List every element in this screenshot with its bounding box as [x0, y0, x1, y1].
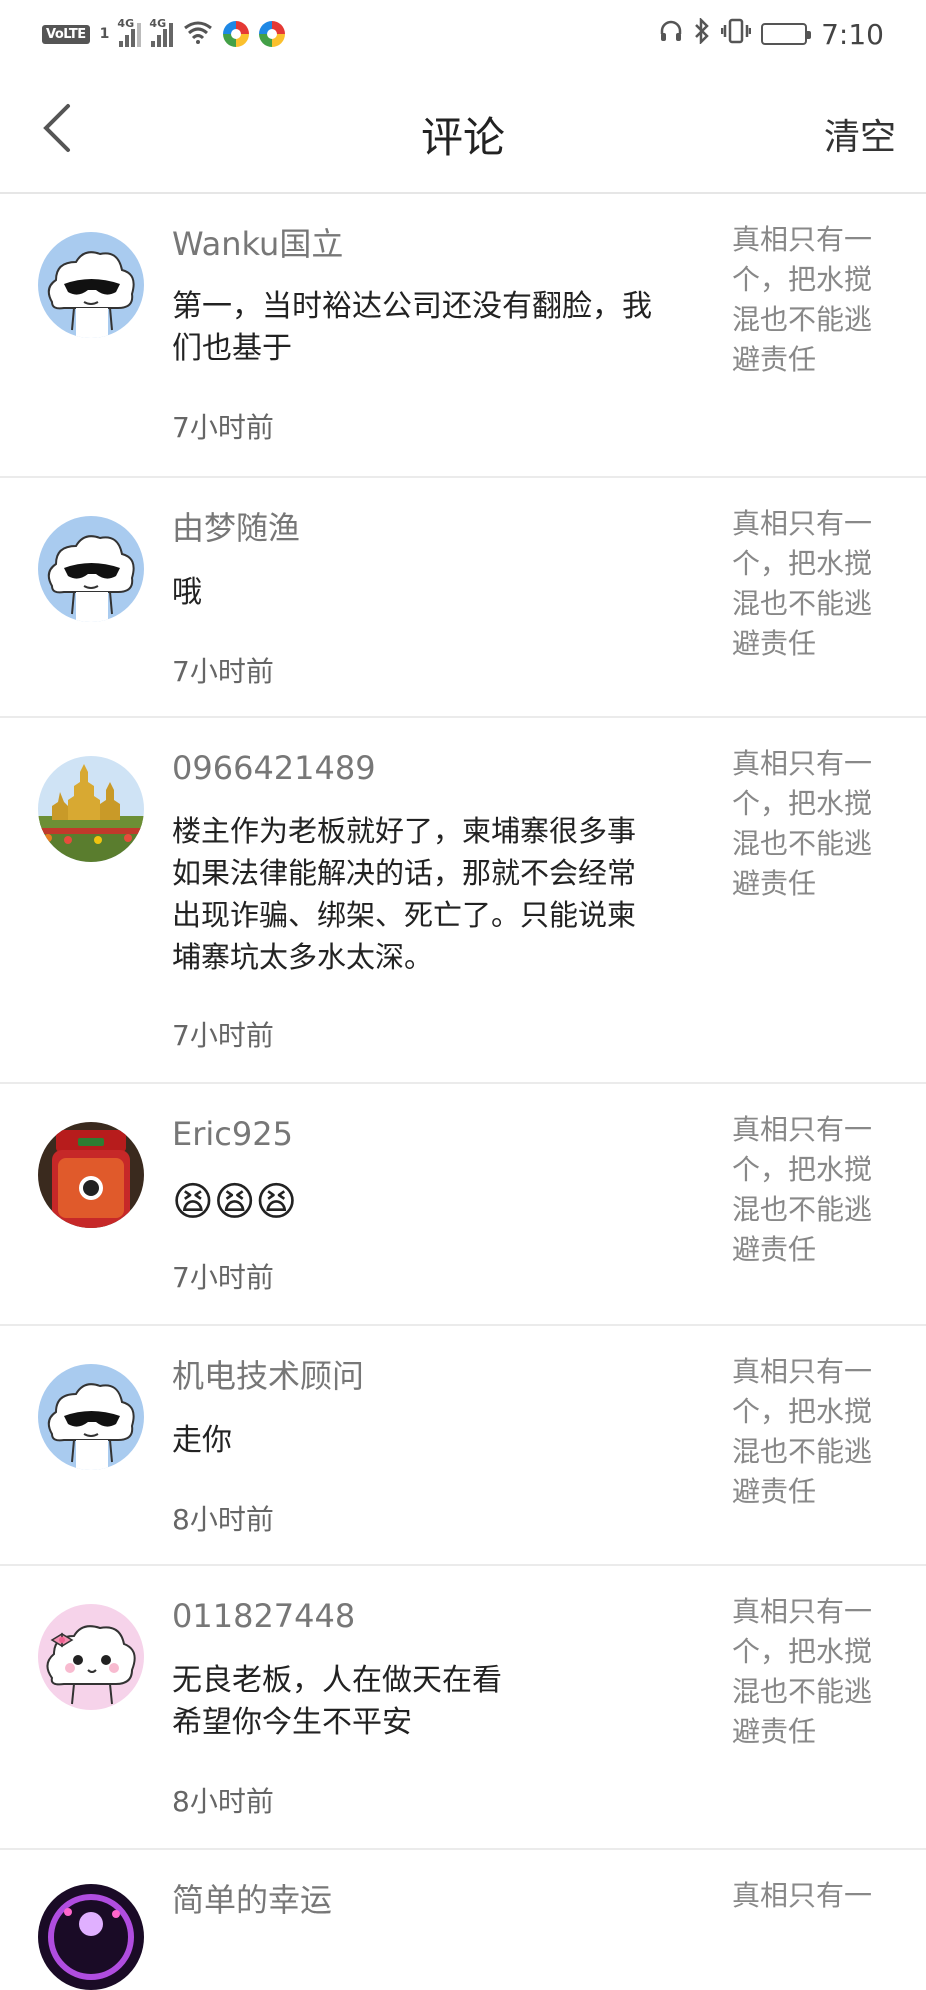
comment-time: 7小时前 — [172, 655, 274, 688]
comment-content: 由梦随渔 哦 — [172, 506, 672, 614]
username[interactable]: 0966421489 — [172, 746, 672, 790]
comment-content: Eric925 😫😫😫 — [172, 1112, 672, 1224]
clock: 7:10 — [821, 17, 884, 51]
avatar[interactable] — [38, 1884, 144, 1990]
purple-photo-avatar-icon — [38, 1884, 144, 1990]
cloud-sunglasses-avatar-icon — [38, 516, 144, 622]
wifi-icon — [183, 20, 213, 49]
username[interactable]: 简单的幸运 — [172, 1878, 672, 1922]
volte-icon: VoLTE — [42, 24, 90, 44]
quoted-post[interactable]: 真相只有一个，把水搅混也不能逃避责任 — [732, 1110, 892, 1270]
username[interactable]: 011827448 — [172, 1594, 672, 1638]
status-bar-right: 7:10 — [659, 16, 884, 51]
username[interactable]: Wanku国立 — [172, 222, 672, 266]
comment-time: 7小时前 — [172, 1019, 274, 1052]
app-notification-icon — [259, 21, 286, 47]
comment-text: 哦 — [172, 575, 202, 610]
bluetooth-icon — [693, 16, 711, 50]
comment-content: 0966421489 楼主作为老板就好了，柬埔寨很多事如果法律能解决的话，那就不… — [172, 746, 672, 978]
jar-photo-avatar-icon — [38, 1122, 144, 1228]
vibrate-icon — [720, 18, 752, 50]
quoted-post[interactable]: 真相只有一 — [732, 1876, 892, 1916]
comment-item[interactable]: 0966421489 楼主作为老板就好了，柬埔寨很多事如果法律能解决的话，那就不… — [0, 718, 926, 1084]
username[interactable]: Eric925 — [172, 1112, 672, 1156]
comment-text: 走你 — [172, 1423, 232, 1458]
cloud-bow-avatar-icon — [38, 1604, 144, 1710]
comment-text: 第一，当时裕达公司还没有翻脸，我们也基于 — [172, 289, 652, 366]
battery-icon — [761, 23, 812, 45]
app-notification-icon — [223, 21, 250, 47]
cloud-sunglasses-avatar-icon — [38, 1364, 144, 1470]
avatar[interactable] — [38, 1604, 144, 1710]
comment-text: 无良老板，人在做天在看 希望你今生不平安 — [172, 1663, 502, 1740]
top-bar: 评论 清空 — [0, 68, 926, 194]
network-type-label: 4G — [149, 17, 167, 30]
comment-time: 7小时前 — [172, 1261, 274, 1294]
comment-content: 简单的幸运 — [172, 1878, 672, 1922]
comment-content: 011827448 无良老板，人在做天在看 希望你今生不平安 — [172, 1594, 672, 1744]
avatar[interactable] — [38, 1364, 144, 1470]
comment-item[interactable]: Wanku国立 第一，当时裕达公司还没有翻脸，我们也基于 7小时前 真相只有一个… — [0, 194, 926, 478]
avatar[interactable] — [38, 756, 144, 862]
avatar[interactable] — [38, 1122, 144, 1228]
comment-item[interactable]: 由梦随渔 哦 7小时前 真相只有一个，把水搅混也不能逃避责任 — [0, 478, 926, 718]
cloud-sunglasses-avatar-icon — [38, 232, 144, 338]
comment-time: 7小时前 — [172, 411, 274, 444]
comment-item[interactable]: Eric925 😫😫😫 7小时前 真相只有一个，把水搅混也不能逃避责任 — [0, 1084, 926, 1326]
comment-item[interactable]: 机电技术顾问 走你 8小时前 真相只有一个，把水搅混也不能逃避责任 — [0, 1326, 926, 1566]
avatar[interactable] — [38, 232, 144, 338]
comment-text: 😫😫😫 — [172, 1179, 298, 1225]
comment-item[interactable]: 011827448 无良老板，人在做天在看 希望你今生不平安 8小时前 真相只有… — [0, 1566, 926, 1850]
comment-content: Wanku国立 第一，当时裕达公司还没有翻脸，我们也基于 — [172, 222, 672, 370]
avatar[interactable] — [38, 516, 144, 622]
comment-time: 8小时前 — [172, 1503, 274, 1536]
comment-list: Wanku国立 第一，当时裕达公司还没有翻脸，我们也基于 7小时前 真相只有一个… — [0, 194, 926, 1990]
quoted-post[interactable]: 真相只有一个，把水搅混也不能逃避责任 — [732, 504, 892, 664]
clear-button[interactable]: 清空 — [824, 108, 896, 160]
comment-item[interactable]: 简单的幸运 真相只有一 — [0, 1850, 926, 1990]
network-type-label: 4G — [117, 17, 135, 30]
status-bar: VoLTE 1 4G 4G 7:10 — [0, 0, 926, 68]
temple-photo-avatar-icon — [38, 756, 144, 862]
quoted-post[interactable]: 真相只有一个，把水搅混也不能逃避责任 — [732, 1352, 892, 1512]
signal-icon: 4G — [117, 17, 142, 47]
status-bar-left: VoLTE 1 4G 4G — [42, 17, 286, 49]
comment-text: 楼主作为老板就好了，柬埔寨很多事如果法律能解决的话，那就不会经常出现诈骗、绑架、… — [172, 814, 637, 974]
username[interactable]: 由梦随渔 — [172, 506, 672, 550]
sim-indicator: 1 — [99, 26, 110, 42]
username[interactable]: 机电技术顾问 — [172, 1354, 672, 1398]
quoted-post[interactable]: 真相只有一个，把水搅混也不能逃避责任 — [732, 220, 892, 380]
headphones-icon — [659, 19, 683, 49]
quoted-post[interactable]: 真相只有一个，把水搅混也不能逃避责任 — [732, 1592, 892, 1752]
page-title: 评论 — [420, 113, 505, 162]
signal-icon: 4G — [149, 17, 174, 47]
quoted-post[interactable]: 真相只有一个，把水搅混也不能逃避责任 — [732, 744, 892, 904]
comment-time: 8小时前 — [172, 1785, 274, 1818]
comment-content: 机电技术顾问 走你 — [172, 1354, 672, 1462]
